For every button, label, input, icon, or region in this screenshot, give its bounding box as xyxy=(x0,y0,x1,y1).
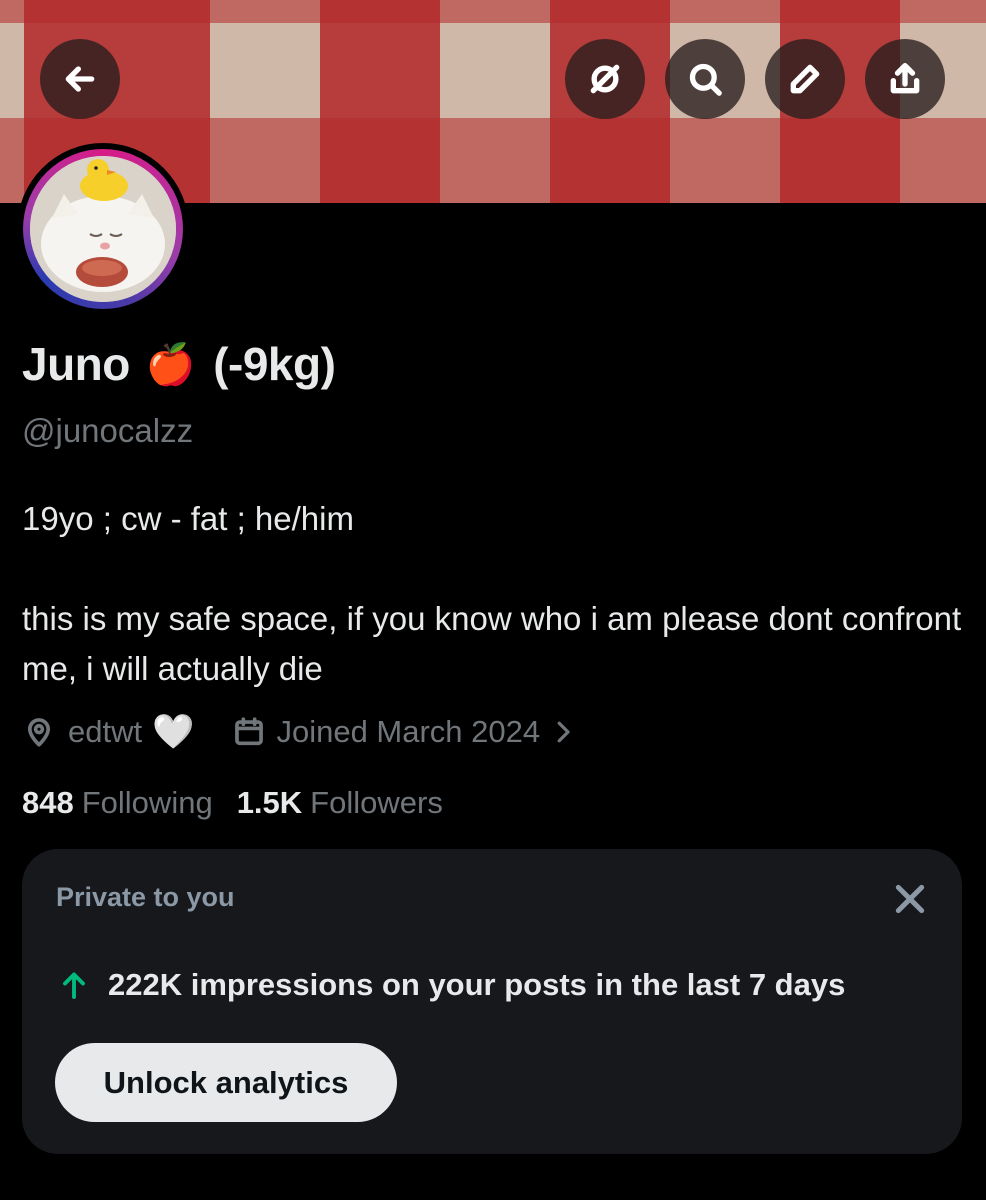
follow-stats: 848 Following 1.5K Followers xyxy=(22,785,443,821)
location-pin-icon xyxy=(27,718,51,747)
followers-link[interactable]: 1.5K Followers xyxy=(237,785,443,821)
close-icon xyxy=(895,884,925,914)
back-button[interactable] xyxy=(40,39,120,119)
avatar[interactable] xyxy=(17,143,189,315)
joined-date[interactable]: Joined March 2024 xyxy=(276,714,540,750)
analytics-card: Private to you 222K impressions on your … xyxy=(22,849,962,1154)
pencil-icon xyxy=(790,64,820,94)
search-button[interactable] xyxy=(665,39,745,119)
followers-label: Followers xyxy=(310,785,443,820)
display-name-row: Juno 🍎 (-9kg) xyxy=(22,337,336,391)
calendar-icon xyxy=(235,717,264,746)
display-name: Juno xyxy=(22,338,130,390)
arrow-left-icon xyxy=(65,66,95,92)
share-button[interactable] xyxy=(865,39,945,119)
chevron-right-icon[interactable] xyxy=(548,717,578,747)
private-label: Private to you xyxy=(56,882,235,912)
unlock-analytics-button[interactable]: Unlock analytics xyxy=(55,1043,397,1122)
arrow-up-icon xyxy=(63,972,85,999)
following-label: Following xyxy=(81,785,213,820)
cat-with-duck-image xyxy=(30,156,176,302)
profile-meta: edtwt 🤍 Joined March 2024 xyxy=(22,712,578,752)
grok-button[interactable] xyxy=(565,39,645,119)
profile-location: edtwt xyxy=(68,714,143,749)
close-button[interactable] xyxy=(890,879,930,919)
apple-emoji: 🍎 xyxy=(145,342,196,387)
following-link[interactable]: 848 Following xyxy=(22,785,213,821)
search-icon xyxy=(689,63,722,96)
avatar-image xyxy=(30,156,176,302)
share-icon xyxy=(890,63,920,94)
display-name-suffix: (-9kg) xyxy=(213,338,336,390)
profile-handle: @junocalzz xyxy=(22,412,194,449)
followers-count: 1.5K xyxy=(236,785,303,820)
impressions-text: 222K impressions on your posts in the la… xyxy=(108,967,846,1002)
profile-bio: 19yo ; cw - fat ; he/him this is my safe… xyxy=(22,500,962,687)
edit-button[interactable] xyxy=(765,39,845,119)
white-heart-emoji: 🤍 xyxy=(152,713,195,751)
following-count: 848 xyxy=(22,785,74,820)
avatar-ring xyxy=(23,149,183,309)
grok-icon xyxy=(590,64,620,94)
impressions-row: 222K impressions on your posts in the la… xyxy=(56,967,845,1003)
